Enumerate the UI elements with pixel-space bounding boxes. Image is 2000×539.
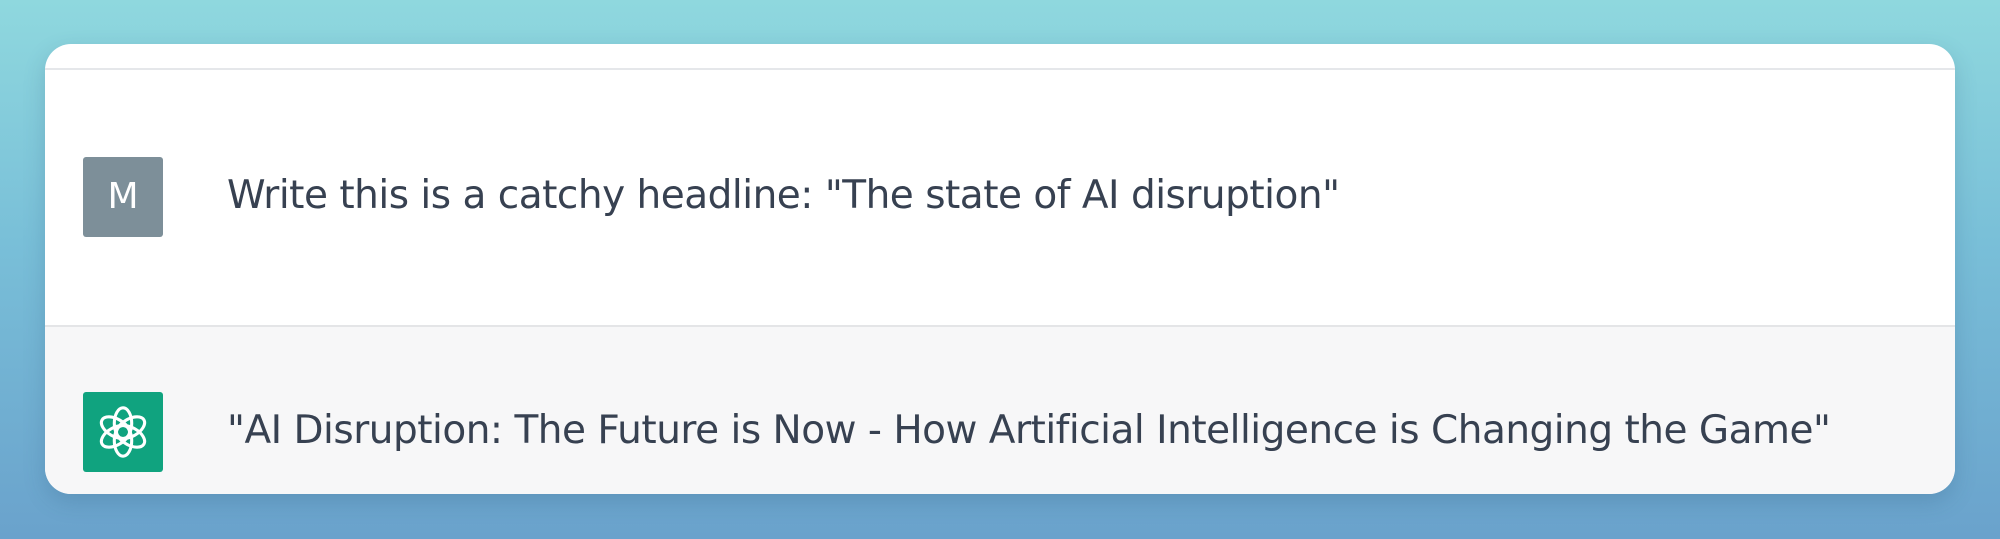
user-avatar: M (83, 157, 163, 237)
assistant-message-text: "AI Disruption: The Future is Now - How … (227, 408, 1831, 453)
page-background: { "conversation": { "messages": [ { "rol… (0, 0, 2000, 539)
assistant-message: "AI Disruption: The Future is Now - How … (45, 325, 1955, 494)
user-message-text: Write this is a catchy headline: "The st… (227, 173, 1340, 218)
chat-card: M Write this is a catchy headline: "The … (45, 44, 1955, 494)
assistant-avatar (83, 392, 163, 472)
user-avatar-letter: M (107, 176, 139, 217)
openai-logo-icon (99, 406, 147, 458)
user-message: M Write this is a catchy headline: "The … (45, 70, 1955, 324)
